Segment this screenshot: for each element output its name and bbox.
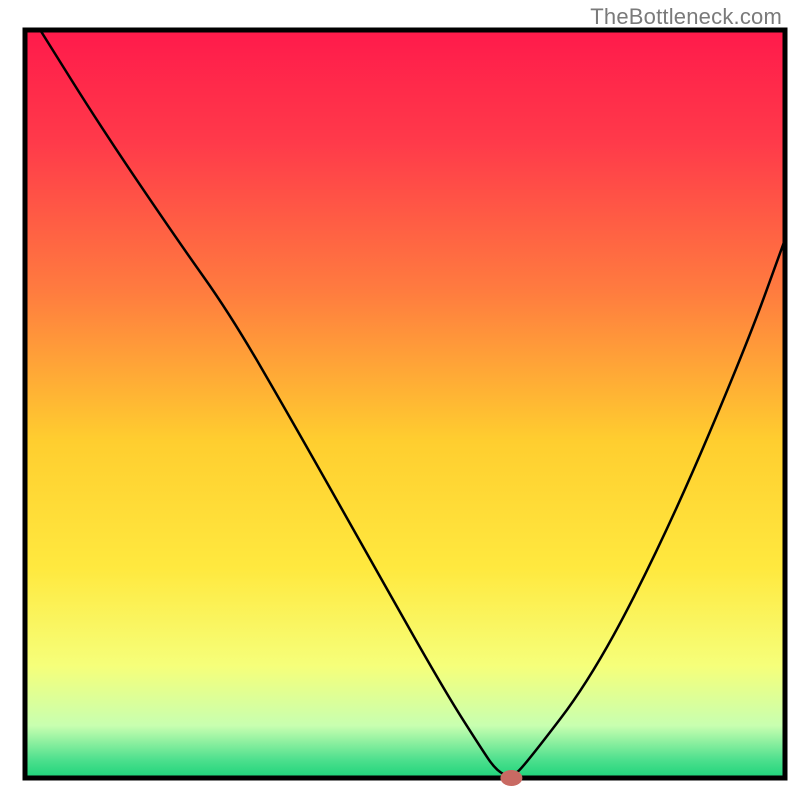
chart-container: { "watermark": "TheBottleneck.com", "cha…	[0, 0, 800, 800]
optimal-marker	[500, 770, 522, 786]
bottleneck-chart	[0, 0, 800, 800]
plot-background	[25, 30, 785, 778]
